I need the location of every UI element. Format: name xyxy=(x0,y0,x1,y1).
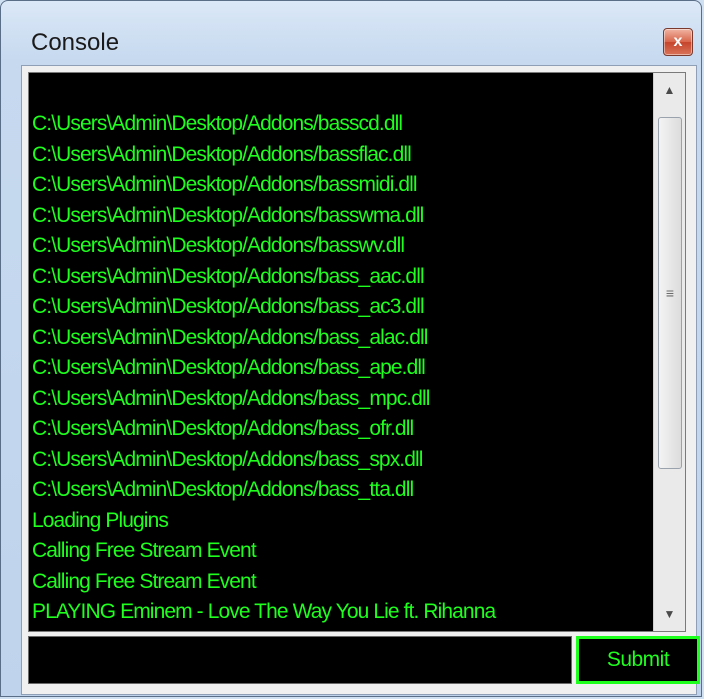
scroll-thumb[interactable]: ≡ xyxy=(658,117,682,469)
console-line: C:\Users\Admin\Desktop/Addons/bass_ac3.d… xyxy=(32,295,425,318)
submit-button[interactable]: Submit xyxy=(576,636,700,684)
vertical-scrollbar[interactable]: ▲ ≡ ▼ xyxy=(653,73,685,631)
console-line: C:\Users\Admin\Desktop/Addons/bassmidi.d… xyxy=(32,173,418,196)
console-log: C:\Users\Admin\Desktop/Addons/basscd.dll… xyxy=(32,109,651,628)
console-line: C:\Users\Admin\Desktop/Addons/bass_ape.d… xyxy=(32,356,426,379)
scroll-down-button[interactable]: ▼ xyxy=(654,597,685,631)
console-line: Loading Plugins xyxy=(32,508,169,532)
arrow-down-icon: ▼ xyxy=(663,607,676,621)
arrow-up-icon: ▲ xyxy=(663,83,676,97)
close-icon: x xyxy=(673,33,683,50)
console-line: C:\Users\Admin\Desktop/Addons/basswma.dl… xyxy=(32,203,424,227)
console-line: C:\Users\Admin\Desktop/Addons/bass_ofr.d… xyxy=(32,417,414,440)
console-line: Calling Free Stream Event xyxy=(32,569,257,593)
command-input[interactable] xyxy=(28,636,572,684)
window-client-area: C:\Users\Admin\Desktop/Addons/basscd.dll… xyxy=(21,65,700,695)
console-line: C:\Users\Admin\Desktop/Addons/bass_tta.d… xyxy=(32,478,414,501)
scroll-up-button[interactable]: ▲ xyxy=(654,73,685,107)
grip-icon: ≡ xyxy=(665,285,675,301)
console-output[interactable]: C:\Users\Admin\Desktop/Addons/basscd.dll… xyxy=(28,72,686,632)
window-title: Console xyxy=(31,29,120,56)
command-row: Submit xyxy=(28,636,700,684)
console-window: Console x C:\Users\Admin\Desktop/Addons/… xyxy=(0,0,702,697)
console-line: Calling Free Stream Event xyxy=(32,539,257,562)
console-line: C:\Users\Admin\Desktop/Addons/bass_mpc.d… xyxy=(32,386,430,410)
console-line: C:\Users\Admin\Desktop/Addons/basscd.dll xyxy=(32,112,403,135)
console-line: C:\Users\Admin\Desktop/Addons/bass_aac.d… xyxy=(32,264,425,288)
console-line: C:\Users\Admin\Desktop/Addons/bass_alac.… xyxy=(32,325,428,349)
console-line: PLAYING Eminem - Love The Way You Lie ft… xyxy=(32,600,496,623)
console-line: C:\Users\Admin\Desktop/Addons/basswv.dll xyxy=(32,234,405,257)
console-line: C:\Users\Admin\Desktop/Addons/bass_spx.d… xyxy=(32,447,423,471)
console-line: C:\Users\Admin\Desktop/Addons/bassflac.d… xyxy=(32,142,412,166)
close-button[interactable]: x xyxy=(663,28,693,56)
